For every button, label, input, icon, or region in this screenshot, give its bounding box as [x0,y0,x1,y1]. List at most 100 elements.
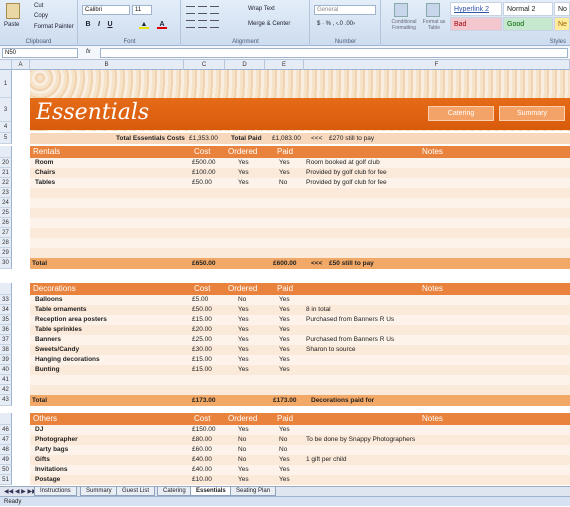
select-all-corner[interactable] [0,60,12,70]
table-row[interactable]: Tables £50.00 Yes No Provided by golf club f… [30,178,570,188]
summary-button[interactable]: Summary [499,106,565,121]
tab-seating-plan[interactable]: Seating Plan [230,487,277,496]
name-box[interactable]: N50 [2,48,78,58]
table-row[interactable] [30,375,570,385]
format-table-icon[interactable] [426,3,440,17]
table-row[interactable]: Table ornaments £50.00 Yes Yes 8 in total [30,305,570,315]
row-header[interactable]: 33 [0,295,12,305]
row-header[interactable]: 43 [0,395,12,406]
table-row[interactable]: Gifts £40.00 No Yes 1 gift per child [30,455,570,465]
row-header[interactable]: 39 [0,355,12,365]
tab-catering[interactable]: Catering [157,487,192,496]
row-header[interactable]: 47 [0,435,12,445]
col-header-d[interactable]: D [225,60,265,70]
row-header[interactable]: 51 [0,475,12,485]
table-row[interactable]: Banners £25.00 Yes Yes Purchased from Banner… [30,335,570,345]
format-as-table-button[interactable]: Format as Table [420,19,448,31]
align-left-icon[interactable] [186,20,195,28]
table-row[interactable]: Postage £10.00 Yes Yes [30,475,570,485]
row-header[interactable]: 22 [0,178,12,188]
col-header-a[interactable]: A [12,60,30,70]
table-row[interactable] [30,218,570,228]
number-format-box[interactable]: General [314,5,376,15]
table-row[interactable]: Chairs £100.00 Yes Yes Provided by golf club… [30,168,570,178]
cut-button[interactable]: Cut [34,3,43,9]
font-color-icon[interactable]: A [157,20,167,29]
format-painter-button[interactable]: Format Painter [34,24,74,30]
row-header[interactable]: 1 [0,70,12,98]
table-row[interactable]: Party bags £60.00 No No [30,445,570,455]
row-header[interactable]: 40 [0,365,12,375]
style-normal2[interactable]: Normal 2 [503,2,553,16]
tab-scroll-icon[interactable]: ◀◀ ◀ ▶ ▶▶ [4,488,37,495]
align-right-icon[interactable] [210,20,219,28]
table-row[interactable] [30,248,570,258]
align-center-icon[interactable] [198,20,207,28]
col-header-f[interactable]: F [304,60,570,70]
table-row[interactable] [30,208,570,218]
row-header[interactable]: 30 [0,258,12,269]
copy-button[interactable]: Copy [34,13,48,19]
table-row[interactable]: Balloons £5.00 No Yes [30,295,570,305]
col-header-c[interactable]: C [184,60,225,70]
currency-icon[interactable]: $ · % , ‹.0 .00› [317,21,355,27]
table-row[interactable]: DJ £150.00 Yes Yes [30,425,570,435]
row-header[interactable]: 34 [0,305,12,315]
row-header[interactable]: 23 [0,188,12,198]
row-header[interactable]: 24 [0,198,12,208]
table-row[interactable] [30,188,570,198]
paste-icon[interactable] [6,3,20,19]
col-header-e[interactable]: E [265,60,304,70]
row-header[interactable]: 4 [0,122,12,133]
col-header-b[interactable]: B [30,60,184,70]
table-row[interactable]: Reception area posters £15.00 Yes Yes Purcha… [30,315,570,325]
fill-color-icon[interactable]: ▲ [139,20,149,29]
paste-button[interactable]: Paste [4,22,19,28]
conditional-formatting-icon[interactable] [394,3,408,17]
row-header[interactable]: 49 [0,455,12,465]
table-row[interactable]: Invitations £40.00 Yes Yes [30,465,570,475]
catering-button[interactable]: Catering [428,106,494,121]
row-header[interactable]: 26 [0,218,12,228]
conditional-formatting-button[interactable]: Conditional Formatting [386,19,422,31]
row-header[interactable]: 27 [0,228,12,238]
row-header[interactable] [0,413,12,425]
tab-guest-list[interactable]: Guest List [116,487,156,496]
row-header[interactable]: 37 [0,335,12,345]
row-header[interactable]: 35 [0,315,12,325]
style-no[interactable]: No [554,2,570,16]
worksheet[interactable]: Essentials Catering Summary Total Essent… [12,70,570,488]
style-good[interactable]: Good [503,17,553,31]
row-header[interactable]: 21 [0,168,12,178]
table-row[interactable]: Bunting £15.00 Yes Yes [30,365,570,375]
style-neutral[interactable]: Ne [554,17,570,31]
align-top-icon[interactable] [186,6,195,14]
row-header[interactable]: 20 [0,158,12,168]
table-row[interactable]: Hanging decorations £15.00 Yes Yes [30,355,570,365]
row-header[interactable]: 46 [0,425,12,435]
fx-icon[interactable]: fx [86,49,91,55]
table-row[interactable] [30,228,570,238]
table-row[interactable]: Sweets/Candy £30.00 Yes Yes Sharon to source [30,345,570,355]
row-header[interactable]: 36 [0,325,12,335]
align-bottom-icon[interactable] [210,6,219,14]
table-row[interactable] [30,198,570,208]
row-header[interactable]: 5 [0,133,12,144]
style-hyperlink2[interactable]: Hyperlink 2 [450,2,502,16]
font-size-box[interactable]: 11 [132,5,152,15]
row-header[interactable] [0,283,12,295]
row-header[interactable]: 41 [0,375,12,385]
formula-input[interactable] [100,48,568,58]
underline-button[interactable]: U [105,20,115,29]
bold-button[interactable]: B [83,20,93,29]
italic-button[interactable]: I [94,20,104,29]
row-header[interactable]: 29 [0,248,12,258]
table-row[interactable]: Table sprinkles £20.00 Yes Yes [30,325,570,335]
tab-instructions[interactable]: Instructions [34,487,77,496]
row-header[interactable]: 50 [0,465,12,475]
merge-center-button[interactable]: Merge & Center [248,21,290,27]
row-header[interactable]: 42 [0,385,12,395]
tab-summary[interactable]: Summary [80,487,118,496]
font-name-box[interactable]: Calibri [82,5,130,15]
row-header[interactable]: 3 [0,98,12,122]
